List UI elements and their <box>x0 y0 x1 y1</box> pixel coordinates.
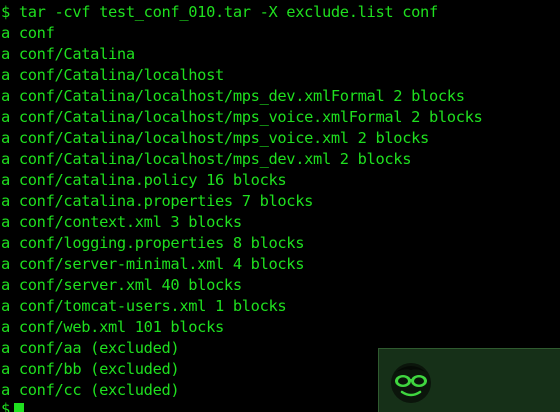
terminal-line: a conf/Catalina/localhost/mps_voice.xmlF… <box>1 108 483 126</box>
terminal-output: $ tar -cvf test_conf_010.tar -X exclude.… <box>1 2 483 401</box>
terminal-line: a conf/Catalina <box>1 45 135 63</box>
terminal-line: a conf/catalina.properties 7 blocks <box>1 192 314 210</box>
terminal-line: a conf/Catalina/localhost/mps_voice.xml … <box>1 129 429 147</box>
terminal-line: a conf/Catalina/localhost <box>1 66 224 84</box>
text-cursor <box>14 403 25 412</box>
terminal-line-command: $ tar -cvf test_conf_010.tar -X exclude.… <box>1 3 438 21</box>
terminal-line: a conf/logging.properties 8 blocks <box>1 234 305 252</box>
terminal-line: a conf/catalina.policy 16 blocks <box>1 171 287 189</box>
terminal-line: a conf/server.xml 40 blocks <box>1 276 242 294</box>
terminal-line: a conf/web.xml 101 blocks <box>1 318 224 336</box>
terminal-line: a conf/server-minimal.xml 4 blocks <box>1 255 305 273</box>
terminal-line: a conf/context.xml 3 blocks <box>1 213 242 231</box>
command-prompt[interactable]: $ <box>1 399 25 412</box>
terminal-line: a conf/Catalina/localhost/mps_dev.xml 2 … <box>1 150 412 168</box>
terminal-line: a conf/Catalina/localhost/mps_dev.xmlFor… <box>1 87 465 105</box>
overlay-widget[interactable] <box>378 348 560 412</box>
terminal-line: a conf <box>1 24 55 42</box>
terminal-window[interactable]: $ tar -cvf test_conf_010.tar -X exclude.… <box>0 0 560 412</box>
sunglasses-face-icon <box>391 363 431 403</box>
terminal-line: a conf/tomcat-users.xml 1 blocks <box>1 297 287 315</box>
prompt-symbol: $ <box>1 400 11 412</box>
